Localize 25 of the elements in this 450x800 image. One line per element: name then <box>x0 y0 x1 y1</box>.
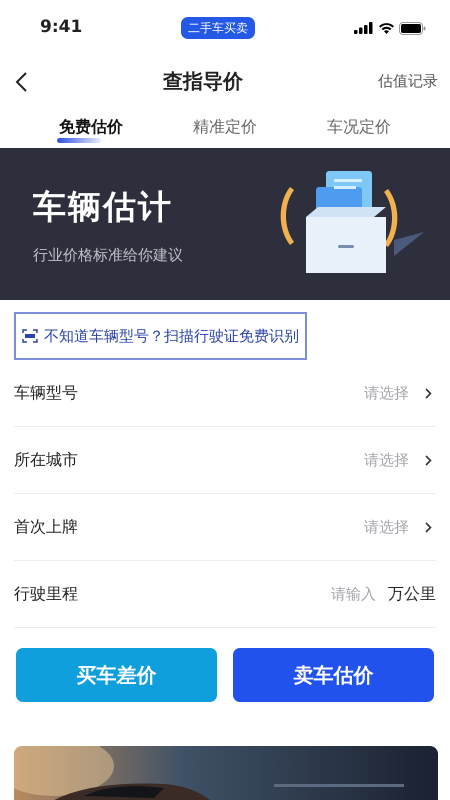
tab[interactable]: 精准定价 <box>191 111 259 143</box>
hero-subtitle: 行业价格标准给你建议 <box>33 244 183 266</box>
action-button[interactable]: 买车差价 <box>16 648 217 702</box>
field-label: 行驶里程 <box>14 583 78 605</box>
field-label: 首次上牌 <box>14 516 78 538</box>
valuation-history-link[interactable]: 估值记录 <box>378 70 438 92</box>
status-time: 9:41 <box>40 16 82 40</box>
wifi-icon <box>378 22 395 34</box>
scan-license-button[interactable]: 不知道车辆型号？扫描行驶证免费识别 <box>14 312 307 360</box>
signal-icon <box>354 22 374 34</box>
chevron-icon <box>425 454 432 466</box>
chevron-icon <box>425 522 432 532</box>
hero-title: 车辆估计 <box>33 186 174 228</box>
action-button[interactable]: 卖车估价 <box>233 648 434 702</box>
battery-icon <box>398 22 426 34</box>
tab[interactable]: 免费估价 <box>57 111 125 143</box>
chevron-icon <box>425 388 432 398</box>
field-label: 车辆型号 <box>14 382 78 404</box>
scan-icon <box>22 329 38 343</box>
page-title: 查指导价 <box>163 68 243 95</box>
unit-label: 万公里 <box>388 583 436 605</box>
app-badge: 二手车买卖 <box>181 17 256 39</box>
input-field[interactable]: 请输入 <box>316 582 376 606</box>
field-label: 所在城市 <box>14 449 78 471</box>
tab[interactable]: 车况定价 <box>325 111 393 143</box>
